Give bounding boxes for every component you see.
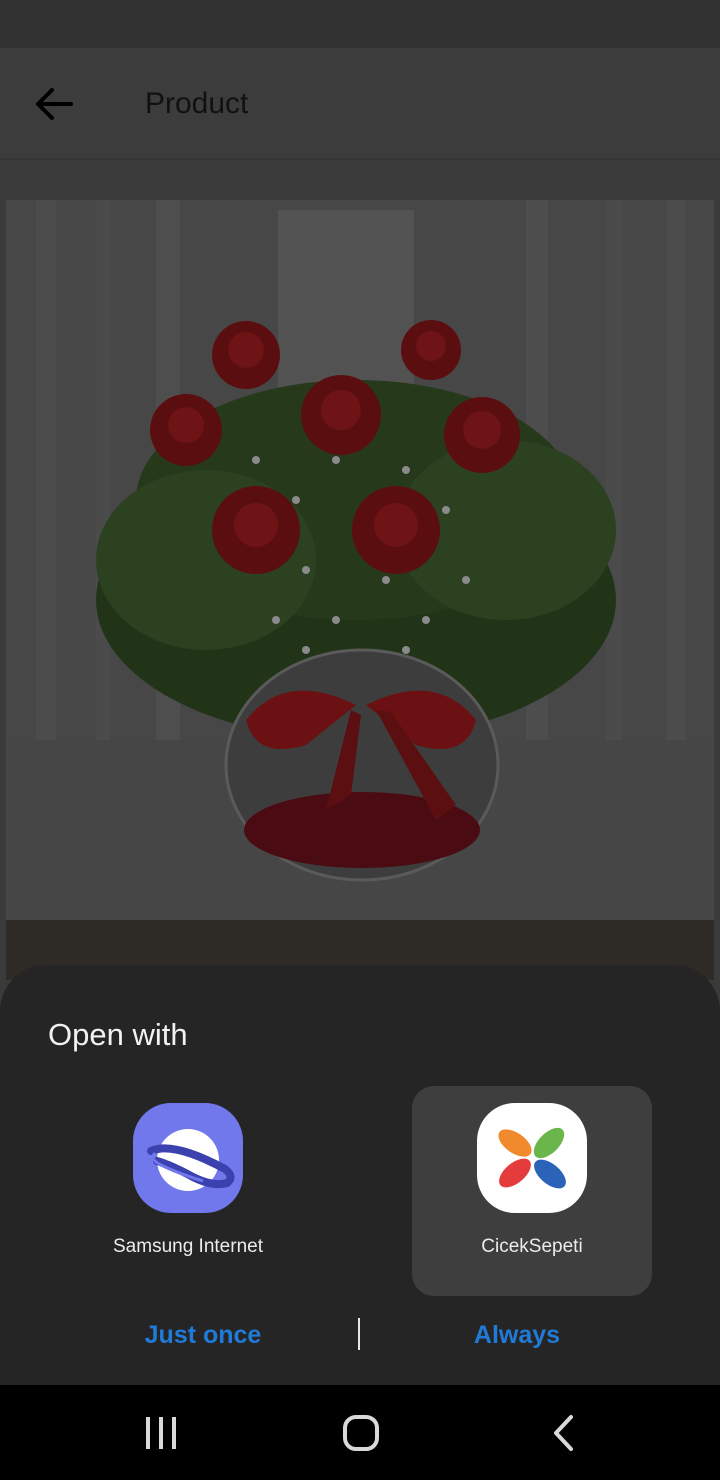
back-button[interactable] — [22, 80, 86, 128]
home-icon — [343, 1415, 379, 1451]
home-button[interactable] — [316, 1401, 406, 1465]
status-bar — [0, 0, 720, 48]
app-option-samsung-internet[interactable]: Samsung Internet — [68, 1086, 308, 1296]
just-once-button[interactable]: Just once — [73, 1315, 333, 1355]
page-title: Product — [145, 87, 249, 120]
arrow-left-icon — [36, 88, 73, 120]
recents-button[interactable] — [116, 1401, 206, 1465]
app-label-samsung-internet: Samsung Internet — [113, 1236, 263, 1257]
sheet-title: Open with — [48, 1017, 188, 1052]
recents-icon — [146, 1417, 176, 1449]
actions-divider — [358, 1318, 360, 1350]
back-chevron-icon — [554, 1415, 573, 1451]
screen: Product Open with Samsung Internet Cicek… — [0, 0, 720, 1480]
navigation-bar — [0, 1385, 720, 1480]
system-back-button[interactable] — [518, 1401, 608, 1465]
samsung-internet-icon — [133, 1103, 243, 1213]
always-button[interactable]: Always — [387, 1315, 647, 1355]
app-bar: Product — [0, 48, 720, 160]
open-with-sheet: Open with Samsung Internet CicekSepeti J… — [0, 965, 720, 1385]
bouquet-illustration — [6, 200, 714, 980]
app-option-ciceksepeti[interactable]: CicekSepeti — [412, 1086, 652, 1296]
product-area — [0, 162, 720, 982]
product-image[interactable] — [6, 200, 714, 980]
app-label-ciceksepeti: CicekSepeti — [481, 1236, 583, 1257]
chooser-actions: Just once Always — [0, 1315, 720, 1355]
ciceksepeti-icon — [477, 1103, 587, 1213]
